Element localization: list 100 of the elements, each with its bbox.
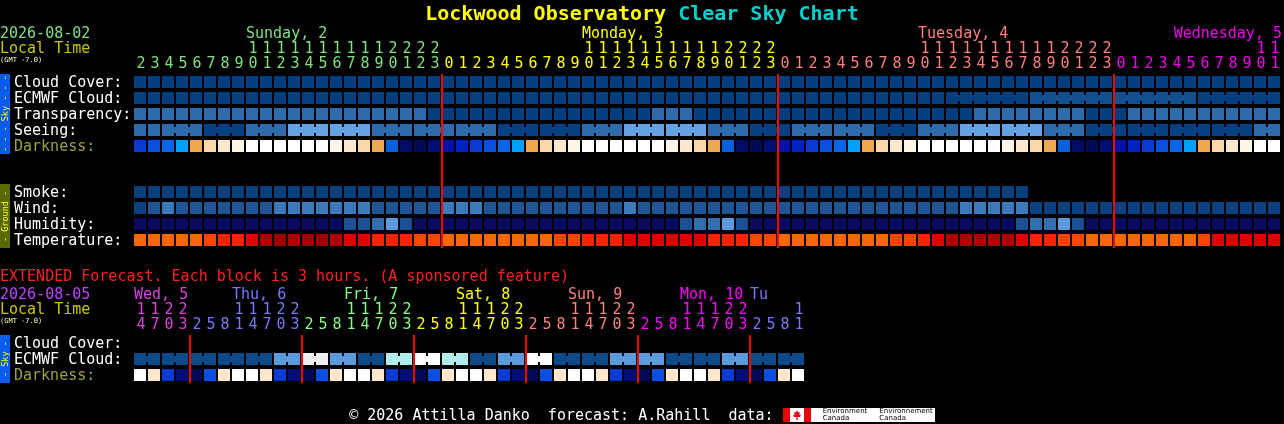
- day-label: Wed, 5: [134, 287, 189, 302]
- day-label: Tuesday, 4: [918, 26, 1009, 41]
- hour-label: 14: [472, 302, 482, 332]
- hour-label: 22: [752, 41, 762, 71]
- hour-label: 13: [962, 41, 972, 71]
- row-label: Smoke:: [14, 184, 70, 200]
- time-label: Local Time: [0, 302, 91, 317]
- hour-label: 15: [654, 41, 664, 71]
- day-label: Thu, 6: [232, 287, 287, 302]
- hour-label: 5: [766, 317, 776, 332]
- hour-label: 22: [416, 41, 426, 71]
- hour-label: 4: [164, 56, 174, 71]
- hour-label: 10: [584, 41, 594, 71]
- hour-label: 20: [388, 41, 398, 71]
- hour-label: 8: [444, 317, 454, 332]
- row-label: Wind:: [14, 200, 61, 216]
- hour-label: 6: [528, 56, 538, 71]
- row-label: ECMWF Cloud:: [14, 351, 124, 367]
- hour-label: 3: [1158, 56, 1168, 71]
- hour-label: 10: [248, 41, 258, 71]
- hour-label: 15: [318, 41, 328, 71]
- hour-label: 8: [220, 317, 230, 332]
- hour-label: 11: [570, 302, 580, 332]
- hour-label: 0: [444, 56, 454, 71]
- hour-label: 18: [360, 41, 370, 71]
- hour-label: 21: [402, 41, 412, 71]
- hour-label: 19: [374, 41, 384, 71]
- hour-label: 2: [640, 317, 650, 332]
- hour-label: 2: [416, 317, 426, 332]
- hour-label: 20: [724, 41, 734, 71]
- hour-label: 12: [276, 41, 286, 71]
- hour-label: 17: [1018, 41, 1028, 71]
- hour-label: 7: [878, 56, 888, 71]
- hour-label: 20: [388, 302, 398, 332]
- day-label: Sun, 9: [568, 287, 623, 302]
- hour-label: 17: [346, 41, 356, 71]
- hour-label: 14: [360, 302, 370, 332]
- row-label: Cloud Cover:: [14, 74, 124, 90]
- hour-label: 17: [374, 302, 384, 332]
- hour-label: 1: [458, 56, 468, 71]
- hour-label: 14: [584, 302, 594, 332]
- hour-label: 17: [598, 302, 608, 332]
- hour-label: 17: [150, 302, 160, 332]
- hour-label: 23: [1102, 41, 1112, 71]
- hour-label: 23: [514, 302, 524, 332]
- row-label: Transparency:: [14, 106, 133, 122]
- hour-label: 11: [234, 302, 244, 332]
- hour-label: 17: [710, 302, 720, 332]
- hour-label: 20: [500, 302, 510, 332]
- hour-label: 20: [276, 302, 286, 332]
- hour-label: 11: [1270, 41, 1280, 71]
- hour-label: 19: [1046, 41, 1056, 71]
- hour-label: 2: [1144, 56, 1154, 71]
- hour-label: 11: [934, 41, 944, 71]
- hour-label: 6: [1200, 56, 1210, 71]
- hour-label: 5: [206, 317, 216, 332]
- hour-label: 5: [654, 317, 664, 332]
- hour-label: 1: [1130, 56, 1140, 71]
- hour-label: 21: [1074, 41, 1084, 71]
- hour-label: 22: [1088, 41, 1098, 71]
- hour-label: 5: [514, 56, 524, 71]
- row-label: ECMWF Cloud:: [14, 90, 124, 106]
- hour-label: 8: [668, 317, 678, 332]
- hour-label: 9: [906, 56, 916, 71]
- hour-label: 7: [206, 56, 216, 71]
- hour-label: 2: [752, 317, 762, 332]
- hour-label: 0: [780, 56, 790, 71]
- hour-label: 11: [346, 302, 356, 332]
- hour-label: 2: [528, 317, 538, 332]
- hour-label: 17: [486, 302, 496, 332]
- hour-label: 4: [500, 56, 510, 71]
- flag-icon: [782, 408, 811, 422]
- hour-label: 13: [626, 41, 636, 71]
- day-label: Tu: [750, 287, 769, 302]
- hour-label: 14: [304, 41, 314, 71]
- row-label: Humidity:: [14, 216, 96, 232]
- credit-text: © 2026 Attilla Danko forecast: A.Rahill data:: [349, 407, 774, 423]
- hour-label: 9: [1242, 56, 1252, 71]
- hour-label: 8: [220, 56, 230, 71]
- date-label: 2026-08-05: [0, 287, 91, 302]
- day-label: Monday, 3: [582, 26, 664, 41]
- hour-label: 5: [430, 317, 440, 332]
- extended-heading: EXTENDED Forecast. Each block is 3 hours. (A sponsored feature): [0, 268, 570, 284]
- chart-title: Clear Sky Chart: [678, 1, 859, 25]
- hour-label: 11: [458, 302, 468, 332]
- hour-label: 6: [192, 56, 202, 71]
- hour-label: 6: [864, 56, 874, 71]
- hour-label: 5: [542, 317, 552, 332]
- hour-label: 20: [164, 302, 174, 332]
- date-label: 2026-08-02: [0, 26, 91, 41]
- hour-label: 2: [808, 56, 818, 71]
- row-label: Darkness:: [14, 367, 97, 383]
- hour-label: 8: [332, 317, 342, 332]
- hour-label: 12: [948, 41, 958, 71]
- hour-label: 23: [430, 41, 440, 71]
- site-title: Lockwood Observatory: [425, 1, 667, 25]
- hour-label: 14: [640, 41, 650, 71]
- hour-label: 11: [262, 41, 272, 71]
- hour-label: 23: [178, 302, 188, 332]
- hour-label: 16: [1004, 41, 1014, 71]
